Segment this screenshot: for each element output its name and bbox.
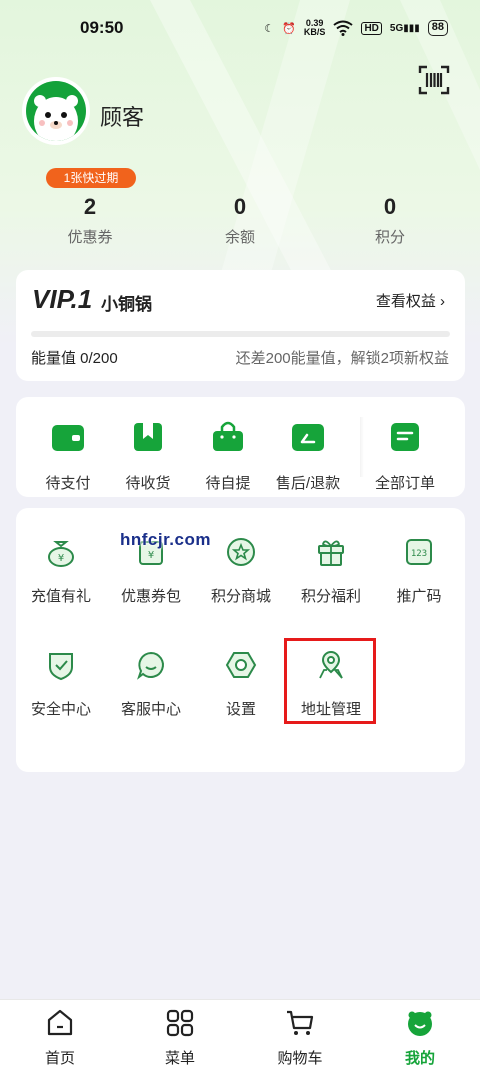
money-bag-icon: ¥: [48, 541, 74, 567]
points-mall-icon: [227, 538, 255, 566]
service-label: 客服中心: [120, 701, 181, 718]
username[interactable]: 顾客: [100, 100, 144, 132]
tab-profile[interactable]: 我的: [370, 1008, 470, 1068]
service-label: 充值有礼: [30, 588, 91, 605]
tab-label: 菜单: [164, 1050, 195, 1067]
pickup-bag-icon: [213, 421, 243, 451]
view-benefits-label: 查看权益: [375, 293, 436, 310]
order-pending-delivery[interactable]: 待收货: [108, 421, 188, 493]
service-label: 安全中心: [30, 701, 91, 718]
delivery-icon: [134, 423, 162, 451]
stat-points[interactable]: 0 积分: [330, 168, 450, 247]
service-label: 优惠券包: [120, 588, 181, 605]
signal-icon: 5G▮▮▮: [389, 22, 420, 34]
tab-home[interactable]: 首页: [10, 1008, 110, 1068]
tab-menu[interactable]: 菜单: [130, 1008, 230, 1068]
status-time: 09:50: [80, 18, 124, 37]
bottom-tab-bar: 首页 菜单 购物车 我的: [0, 999, 480, 1072]
shield-icon: [49, 653, 73, 681]
orders-card: 待支付 待收货 待自提 售后/退款 全部订单: [16, 397, 465, 497]
order-after-sales[interactable]: 售后/退款: [268, 421, 348, 493]
vip-level: VIP.1: [32, 284, 93, 314]
hd-icon: HD: [361, 21, 382, 35]
tab-label: 首页: [44, 1050, 75, 1067]
stat-value: 0: [383, 194, 397, 219]
stat-label: 优惠券: [67, 229, 113, 246]
wallet-icon: [52, 425, 84, 451]
stat-label: 积分: [374, 229, 405, 246]
service-label: 设置: [225, 701, 256, 718]
stat-label: 余额: [224, 229, 255, 246]
highlight-box: [284, 638, 376, 724]
energy-progress-bar: [31, 331, 450, 337]
wifi-icon: [333, 20, 354, 36]
service-label: 积分福利: [300, 588, 361, 605]
service-recharge[interactable]: ¥ 充值有礼: [16, 536, 106, 606]
status-bar: 09:50 ☾ ⏰ 0.39 KB/S HD 5G▮▮▮ 88: [0, 0, 480, 56]
menu-grid-icon: [166, 1009, 194, 1037]
alarm-icon: ⏰: [282, 22, 296, 35]
chevron-right-icon: ›: [440, 293, 445, 310]
refund-icon: [292, 424, 324, 451]
profile-mascot-icon: [408, 1011, 432, 1036]
order-label: 待收货: [125, 475, 171, 492]
net-speed: 0.39 KB/S: [303, 18, 326, 37]
order-all[interactable]: 全部订单: [365, 421, 445, 493]
service-label: 积分商城: [210, 588, 271, 605]
service-security[interactable]: 安全中心: [16, 649, 106, 719]
tab-label: 我的: [404, 1050, 435, 1067]
svg-text:123: 123: [411, 549, 427, 559]
home-icon: [47, 1009, 73, 1036]
service-promo-code[interactable]: 123 推广码: [374, 536, 464, 606]
watermark-text: hnfcjr.com: [120, 530, 211, 549]
order-pending-payment[interactable]: 待支付: [28, 421, 108, 493]
moon-icon: ☾: [264, 22, 275, 35]
orders-divider: [360, 417, 364, 477]
service-points-benefits[interactable]: 积分福利: [286, 536, 376, 606]
promo-code-icon: 123: [406, 539, 432, 565]
settings-icon: [225, 652, 257, 678]
view-benefits-link[interactable]: 查看权益 ›: [376, 290, 445, 311]
energy-value: 能量值 0/200: [31, 350, 118, 367]
service-label: 推广码: [396, 588, 442, 605]
energy-hint: 还差200能量值，解锁2项新权益: [235, 350, 449, 367]
status-icons: ☾ ⏰ 0.39 KB/S HD 5G▮▮▮ 88: [264, 19, 448, 37]
bear-mascot-icon: [34, 95, 78, 141]
service-settings[interactable]: 设置: [196, 649, 286, 719]
stat-value: 2: [83, 194, 97, 219]
scan-code-icon[interactable]: [418, 64, 450, 96]
stat-balance[interactable]: 0 余额: [180, 168, 300, 247]
avatar[interactable]: [22, 77, 90, 145]
order-label: 待支付: [45, 475, 91, 492]
order-pending-pickup[interactable]: 待自提: [188, 421, 268, 493]
svg-text:¥: ¥: [58, 553, 64, 564]
svg-text:¥: ¥: [148, 550, 154, 561]
services-card: ¥ 充值有礼 ¥ 优惠券包 积分商城 积分福利 123 推广码 安全中心 客服中…: [16, 508, 465, 772]
cart-icon: [287, 1010, 314, 1035]
tab-cart[interactable]: 购物车: [250, 1008, 350, 1068]
battery-icon: 88: [427, 20, 448, 36]
chat-icon: [137, 651, 164, 680]
gift-icon: [318, 540, 344, 566]
tab-label: 购物车: [277, 1050, 323, 1067]
vip-level-name: 小铜锅: [101, 295, 152, 314]
vip-card: VIP.1 小铜锅 查看权益 › 能量值 0/200 还差200能量值，解锁2项…: [16, 270, 465, 381]
order-label: 售后/退款: [275, 475, 341, 492]
service-customer-support[interactable]: 客服中心: [106, 649, 196, 719]
stat-value: 0: [233, 194, 247, 219]
order-label: 待自提: [205, 475, 251, 492]
order-label: 全部订单: [374, 475, 435, 492]
order-list-icon: [391, 423, 419, 451]
stat-coupons[interactable]: 2 优惠券: [30, 168, 150, 247]
